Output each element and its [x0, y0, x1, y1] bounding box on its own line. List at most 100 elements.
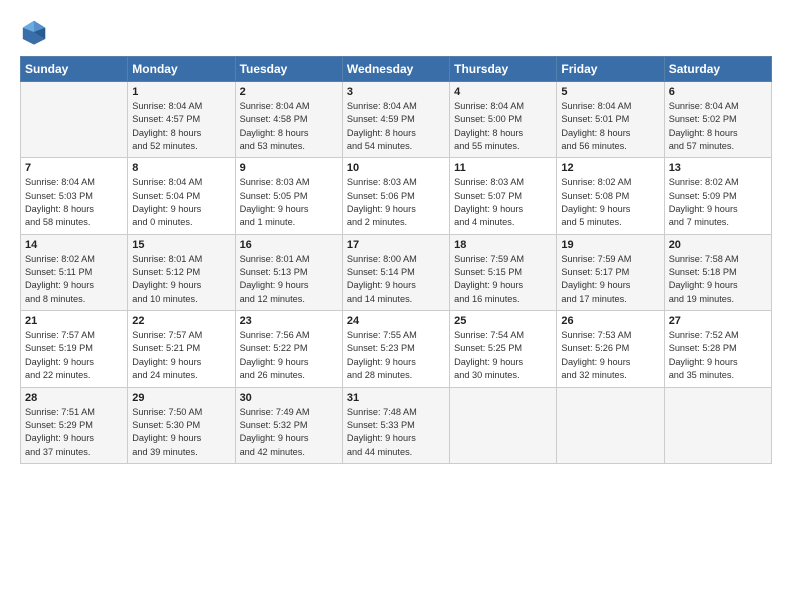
day-number: 31: [347, 392, 445, 404]
day-number: 4: [454, 86, 552, 98]
day-number: 2: [240, 86, 338, 98]
cell-info: Sunrise: 8:00 AM Sunset: 5:14 PM Dayligh…: [347, 253, 445, 306]
header-day-tuesday: Tuesday: [235, 57, 342, 82]
calendar-cell: 2 Sunrise: 8:04 AM Sunset: 4:58 PM Daylig…: [235, 82, 342, 158]
calendar-cell: 21 Sunrise: 7:57 AM Sunset: 5:19 PM Dayli…: [21, 311, 128, 387]
header-day-saturday: Saturday: [664, 57, 771, 82]
day-number: 27: [669, 315, 767, 327]
day-number: 10: [347, 162, 445, 174]
cell-info: Sunrise: 7:55 AM Sunset: 5:23 PM Dayligh…: [347, 329, 445, 382]
week-row-0: 1 Sunrise: 8:04 AM Sunset: 4:57 PM Daylig…: [21, 82, 772, 158]
cell-info: Sunrise: 8:02 AM Sunset: 5:08 PM Dayligh…: [561, 176, 659, 229]
calendar-cell: 20 Sunrise: 7:58 AM Sunset: 5:18 PM Dayli…: [664, 234, 771, 310]
cell-info: Sunrise: 8:02 AM Sunset: 5:09 PM Dayligh…: [669, 176, 767, 229]
cell-info: Sunrise: 8:04 AM Sunset: 5:00 PM Dayligh…: [454, 100, 552, 153]
day-number: 1: [132, 86, 230, 98]
day-number: 5: [561, 86, 659, 98]
cell-info: Sunrise: 8:04 AM Sunset: 5:03 PM Dayligh…: [25, 176, 123, 229]
day-number: 23: [240, 315, 338, 327]
day-number: 22: [132, 315, 230, 327]
week-row-2: 14 Sunrise: 8:02 AM Sunset: 5:11 PM Dayli…: [21, 234, 772, 310]
calendar-cell: 22 Sunrise: 7:57 AM Sunset: 5:21 PM Dayli…: [128, 311, 235, 387]
calendar-cell: 4 Sunrise: 8:04 AM Sunset: 5:00 PM Daylig…: [450, 82, 557, 158]
cell-info: Sunrise: 8:04 AM Sunset: 4:58 PM Dayligh…: [240, 100, 338, 153]
logo: [20, 18, 52, 46]
calendar-cell: 6Sunrise: 8:04 AM Sunset: 5:02 PM Daylig…: [664, 82, 771, 158]
day-number: 29: [132, 392, 230, 404]
header-row: SundayMondayTuesdayWednesdayThursdayFrid…: [21, 57, 772, 82]
header-day-sunday: Sunday: [21, 57, 128, 82]
calendar-cell: 8Sunrise: 8:04 AM Sunset: 5:04 PM Daylig…: [128, 158, 235, 234]
cell-info: Sunrise: 7:52 AM Sunset: 5:28 PM Dayligh…: [669, 329, 767, 382]
day-number: 19: [561, 239, 659, 251]
calendar-cell: 14 Sunrise: 8:02 AM Sunset: 5:11 PM Dayli…: [21, 234, 128, 310]
header-day-monday: Monday: [128, 57, 235, 82]
cell-info: Sunrise: 7:57 AM Sunset: 5:21 PM Dayligh…: [132, 329, 230, 382]
cell-info: Sunrise: 8:04 AM Sunset: 4:57 PM Dayligh…: [132, 100, 230, 153]
calendar-cell: 23 Sunrise: 7:56 AM Sunset: 5:22 PM Dayli…: [235, 311, 342, 387]
day-number: 15: [132, 239, 230, 251]
cell-info: Sunrise: 7:48 AM Sunset: 5:33 PM Dayligh…: [347, 406, 445, 459]
cell-info: Sunrise: 8:01 AM Sunset: 5:12 PM Dayligh…: [132, 253, 230, 306]
calendar-cell: 26Sunrise: 7:53 AM Sunset: 5:26 PM Dayli…: [557, 311, 664, 387]
calendar-cell: 19 Sunrise: 7:59 AM Sunset: 5:17 PM Dayli…: [557, 234, 664, 310]
day-number: 13: [669, 162, 767, 174]
cell-info: Sunrise: 8:01 AM Sunset: 5:13 PM Dayligh…: [240, 253, 338, 306]
calendar-cell: [450, 387, 557, 463]
calendar-table: SundayMondayTuesdayWednesdayThursdayFrid…: [20, 56, 772, 464]
day-number: 14: [25, 239, 123, 251]
cell-info: Sunrise: 7:59 AM Sunset: 5:15 PM Dayligh…: [454, 253, 552, 306]
calendar-cell: 30Sunrise: 7:49 AM Sunset: 5:32 PM Dayli…: [235, 387, 342, 463]
day-number: 20: [669, 239, 767, 251]
calendar-cell: 31 Sunrise: 7:48 AM Sunset: 5:33 PM Dayli…: [342, 387, 449, 463]
calendar-cell: 10 Sunrise: 8:03 AM Sunset: 5:06 PM Dayli…: [342, 158, 449, 234]
day-number: 12: [561, 162, 659, 174]
calendar-cell: 9 Sunrise: 8:03 AM Sunset: 5:05 PM Daylig…: [235, 158, 342, 234]
day-number: 25: [454, 315, 552, 327]
calendar-cell: 17 Sunrise: 8:00 AM Sunset: 5:14 PM Dayli…: [342, 234, 449, 310]
calendar-cell: 1 Sunrise: 8:04 AM Sunset: 4:57 PM Daylig…: [128, 82, 235, 158]
day-number: 9: [240, 162, 338, 174]
day-number: 6: [669, 86, 767, 98]
calendar-cell: 7 Sunrise: 8:04 AM Sunset: 5:03 PM Daylig…: [21, 158, 128, 234]
day-number: 16: [240, 239, 338, 251]
day-number: 7: [25, 162, 123, 174]
cell-info: Sunrise: 8:04 AM Sunset: 4:59 PM Dayligh…: [347, 100, 445, 153]
calendar-cell: 24Sunrise: 7:55 AM Sunset: 5:23 PM Dayli…: [342, 311, 449, 387]
cell-info: Sunrise: 8:04 AM Sunset: 5:04 PM Dayligh…: [132, 176, 230, 229]
cell-info: Sunrise: 8:03 AM Sunset: 5:07 PM Dayligh…: [454, 176, 552, 229]
calendar-cell: 28 Sunrise: 7:51 AM Sunset: 5:29 PM Dayli…: [21, 387, 128, 463]
calendar-cell: [21, 82, 128, 158]
header: [20, 18, 772, 46]
cell-info: Sunrise: 8:02 AM Sunset: 5:11 PM Dayligh…: [25, 253, 123, 306]
calendar-cell: 18 Sunrise: 7:59 AM Sunset: 5:15 PM Dayli…: [450, 234, 557, 310]
calendar-cell: [664, 387, 771, 463]
cell-info: Sunrise: 7:56 AM Sunset: 5:22 PM Dayligh…: [240, 329, 338, 382]
header-day-thursday: Thursday: [450, 57, 557, 82]
calendar-cell: 5Sunrise: 8:04 AM Sunset: 5:01 PM Daylig…: [557, 82, 664, 158]
calendar-cell: 13 Sunrise: 8:02 AM Sunset: 5:09 PM Dayli…: [664, 158, 771, 234]
day-number: 18: [454, 239, 552, 251]
page: SundayMondayTuesdayWednesdayThursdayFrid…: [0, 0, 792, 612]
logo-icon: [20, 18, 48, 46]
calendar-cell: 16 Sunrise: 8:01 AM Sunset: 5:13 PM Dayli…: [235, 234, 342, 310]
calendar-cell: 25 Sunrise: 7:54 AM Sunset: 5:25 PM Dayli…: [450, 311, 557, 387]
calendar-cell: 15 Sunrise: 8:01 AM Sunset: 5:12 PM Dayli…: [128, 234, 235, 310]
cell-info: Sunrise: 7:59 AM Sunset: 5:17 PM Dayligh…: [561, 253, 659, 306]
day-number: 17: [347, 239, 445, 251]
cell-info: Sunrise: 7:57 AM Sunset: 5:19 PM Dayligh…: [25, 329, 123, 382]
calendar-cell: 12 Sunrise: 8:02 AM Sunset: 5:08 PM Dayli…: [557, 158, 664, 234]
day-number: 3: [347, 86, 445, 98]
day-number: 21: [25, 315, 123, 327]
cell-info: Sunrise: 8:03 AM Sunset: 5:05 PM Dayligh…: [240, 176, 338, 229]
cell-info: Sunrise: 7:54 AM Sunset: 5:25 PM Dayligh…: [454, 329, 552, 382]
calendar-cell: 27 Sunrise: 7:52 AM Sunset: 5:28 PM Dayli…: [664, 311, 771, 387]
day-number: 30: [240, 392, 338, 404]
cell-info: Sunrise: 7:51 AM Sunset: 5:29 PM Dayligh…: [25, 406, 123, 459]
calendar-cell: 11Sunrise: 8:03 AM Sunset: 5:07 PM Dayli…: [450, 158, 557, 234]
day-number: 28: [25, 392, 123, 404]
cell-info: Sunrise: 8:03 AM Sunset: 5:06 PM Dayligh…: [347, 176, 445, 229]
header-day-friday: Friday: [557, 57, 664, 82]
week-row-3: 21 Sunrise: 7:57 AM Sunset: 5:19 PM Dayli…: [21, 311, 772, 387]
cell-info: Sunrise: 7:58 AM Sunset: 5:18 PM Dayligh…: [669, 253, 767, 306]
